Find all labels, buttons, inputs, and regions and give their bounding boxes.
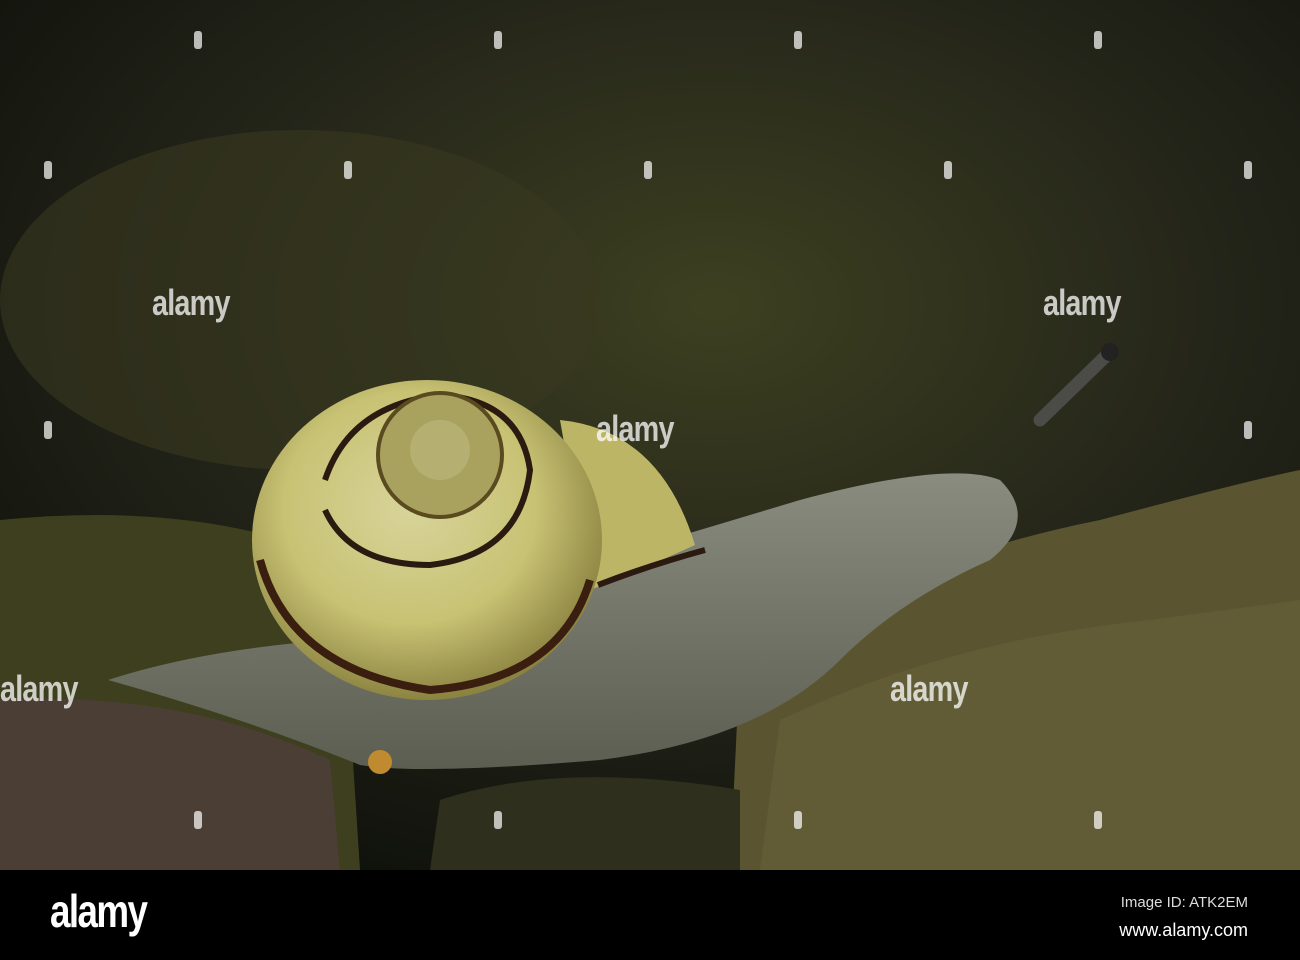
watermark-dot xyxy=(344,161,352,179)
watermark-dot xyxy=(1244,421,1252,439)
watermark-dot xyxy=(944,161,952,179)
watermark: alamy xyxy=(596,408,674,449)
watermark-dot xyxy=(194,811,202,829)
alamy-logo: alamy xyxy=(50,885,148,937)
watermark-dot xyxy=(44,161,52,179)
watermark-dot xyxy=(1244,161,1252,179)
image-id: Image ID: ATK2EM xyxy=(1120,894,1248,911)
site-url: www.alamy.com xyxy=(1119,920,1248,940)
watermark-dot xyxy=(1094,31,1102,49)
watermark-dot xyxy=(494,31,502,49)
watermark: alamy xyxy=(890,668,968,709)
watermark-dot xyxy=(44,421,52,439)
watermark-dot xyxy=(1094,811,1102,829)
watermark-dot xyxy=(644,161,652,179)
watermark-dot xyxy=(494,811,502,829)
watermark-dot xyxy=(794,811,802,829)
stock-photo: alamy alamy alamy alamy alamy alamy Imag… xyxy=(0,0,1300,960)
watermark-dot xyxy=(194,31,202,49)
footer-bar: alamy Image ID: ATK2EM www.alamy.com xyxy=(0,870,1300,960)
watermark: alamy xyxy=(1043,282,1121,323)
watermark: alamy xyxy=(152,282,230,323)
watermark: alamy xyxy=(0,668,78,709)
watermark-dot xyxy=(794,31,802,49)
